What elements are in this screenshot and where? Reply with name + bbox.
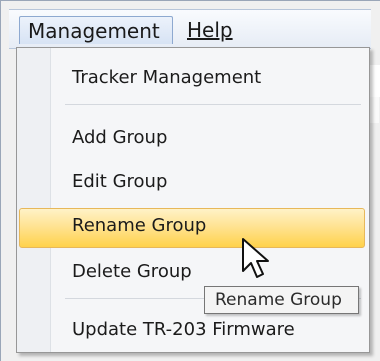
tooltip: Rename Group <box>204 286 359 314</box>
menu-separator-1 <box>65 104 361 105</box>
menu-item-update-firmware[interactable]: Update TR-203 Firmware <box>72 316 295 344</box>
arrow-cursor-icon <box>242 238 269 278</box>
menu-help-label: Help <box>187 18 233 42</box>
menu-item-add-group[interactable]: Add Group <box>72 124 167 152</box>
menu-item-rename-group[interactable]: Rename Group <box>72 212 206 240</box>
menu-help[interactable]: Help <box>179 16 241 44</box>
menu-management[interactable]: Management <box>19 16 173 44</box>
menu-item-edit-group[interactable]: Edit Group <box>72 168 167 196</box>
menu-item-delete-group[interactable]: Delete Group <box>72 258 192 286</box>
menu-item-tracker-management[interactable]: Tracker Management <box>72 64 261 92</box>
menu-bar: Management Help <box>9 9 371 49</box>
app-window: Management Help k Tracker Management Add… <box>0 0 380 361</box>
dropdown-gutter <box>17 48 51 352</box>
